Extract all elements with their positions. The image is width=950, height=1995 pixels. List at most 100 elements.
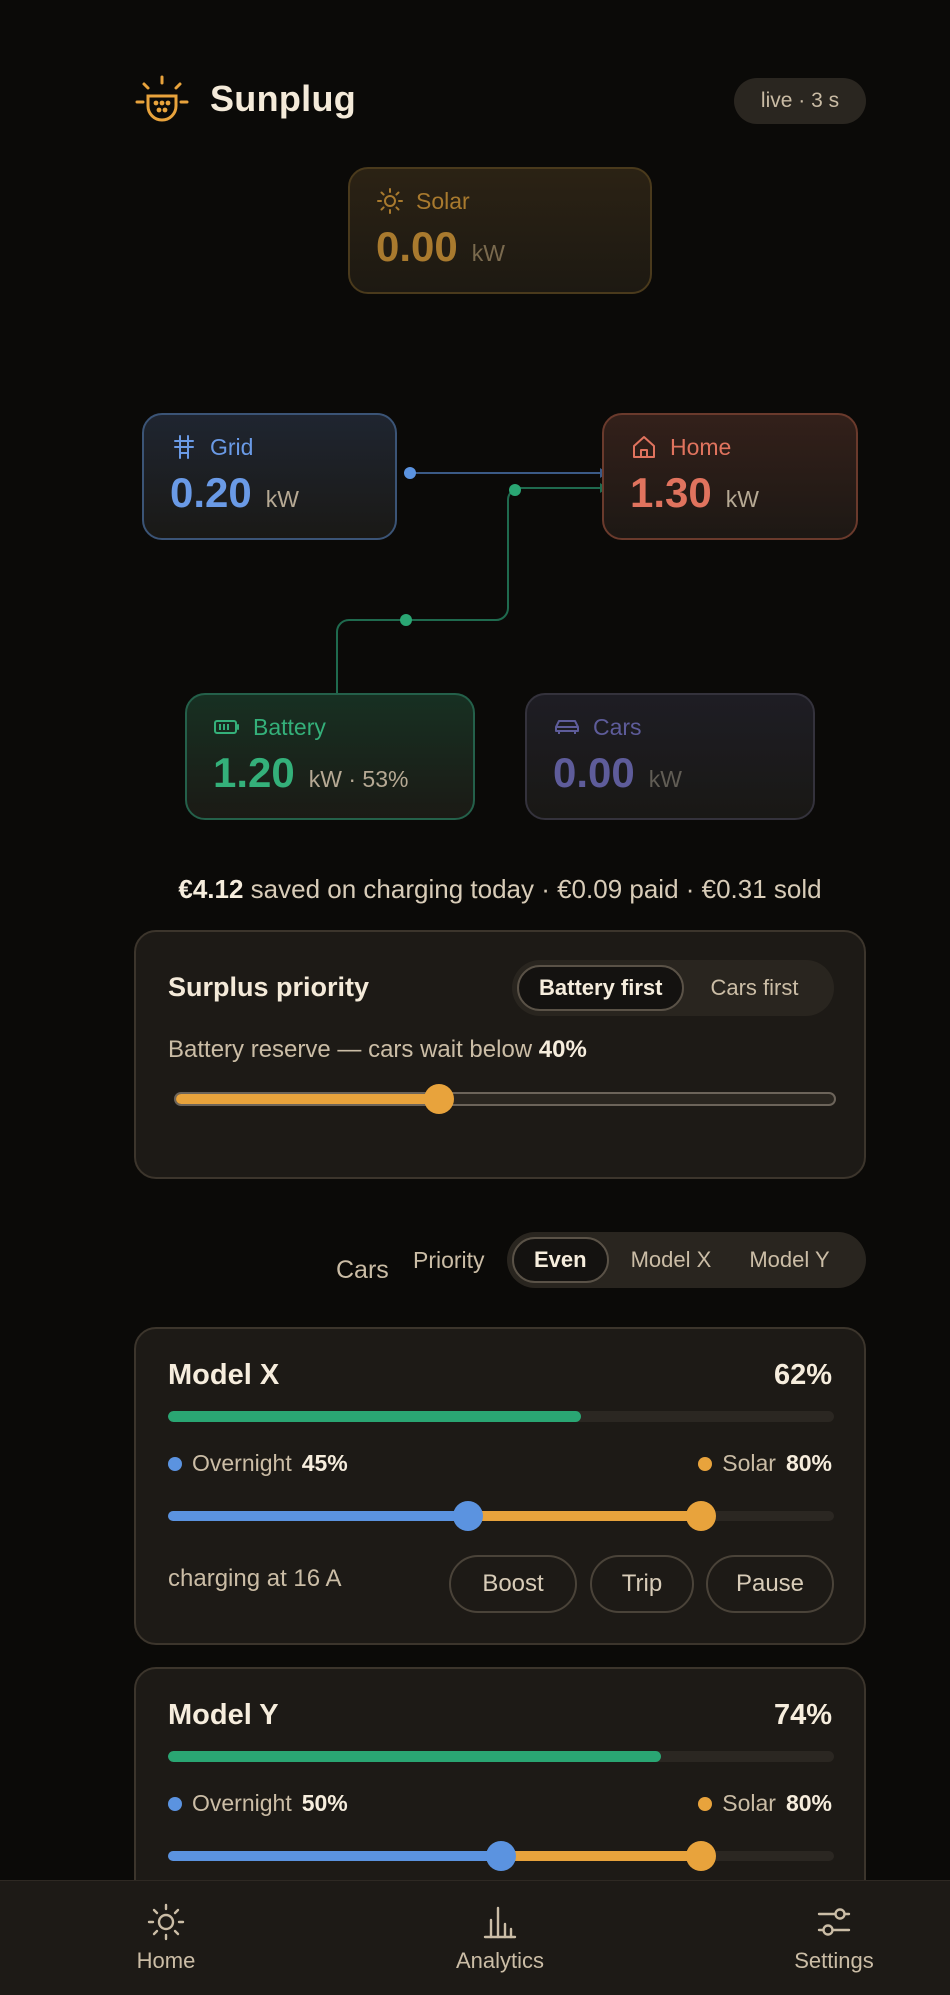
grid-flow-dot xyxy=(404,467,416,479)
home-value: 1.30 xyxy=(630,469,712,516)
bar-chart-icon xyxy=(483,1906,517,1939)
grid-pylon-icon xyxy=(174,435,194,459)
grid-unit: kW xyxy=(265,486,299,512)
solar-limit-value: 80% xyxy=(785,1450,832,1476)
solar-dot-icon xyxy=(698,1456,713,1471)
cars-first-option[interactable]: Cars first xyxy=(690,965,818,1011)
charge-limits-slider[interactable] xyxy=(168,1841,834,1871)
battery-card[interactable]: Battery 1.20 kW · 53% xyxy=(185,693,475,820)
solar-dot-icon xyxy=(698,1796,713,1811)
battery-reserve-label: Battery reserve — cars wait below 40% xyxy=(168,1036,587,1064)
bottom-navigation: Home Analytics Settings xyxy=(0,1880,950,1995)
overnight-limit: Overnight 45% xyxy=(168,1450,348,1477)
savings-details: saved on charging today · €0.09 paid · €… xyxy=(243,874,822,904)
pause-button[interactable]: Pause xyxy=(706,1555,834,1613)
charge-bar-fill xyxy=(168,1751,661,1762)
overnight-label: Overnight xyxy=(192,1450,292,1476)
car-name: Model X xyxy=(168,1359,280,1391)
solar-limit-handle[interactable] xyxy=(685,1841,716,1871)
car-charge-level: 62% xyxy=(773,1359,832,1391)
charge-bar xyxy=(168,1751,834,1762)
overnight-dot-icon xyxy=(168,1456,182,1471)
priority-label: Priority xyxy=(413,1247,485,1273)
reserve-slider-fill xyxy=(176,1094,440,1104)
overnight-range xyxy=(168,1511,468,1521)
nav-analytics-label: Analytics xyxy=(455,1948,545,1973)
nav-settings[interactable]: Settings xyxy=(772,1881,896,1995)
solar-limit-label: Solar xyxy=(722,1450,776,1476)
charge-bar-fill xyxy=(168,1411,581,1422)
solar-limit-label: Solar xyxy=(722,1790,776,1816)
car-priority-toggle: Even Model X Model Y xyxy=(507,1232,866,1288)
battery-icon xyxy=(214,720,239,734)
charge-limits-slider[interactable] xyxy=(168,1501,834,1531)
nav-settings-label: Settings xyxy=(794,1948,874,1973)
solar-value: 0.00 xyxy=(376,223,458,270)
surplus-priority-panel: Surplus priority Battery first Cars firs… xyxy=(134,930,866,1179)
boost-button[interactable]: Boost xyxy=(449,1555,577,1613)
solar-range xyxy=(467,1511,701,1521)
nav-home[interactable]: Home xyxy=(106,1881,226,1995)
surplus-priority-toggle: Battery first Cars first xyxy=(512,960,834,1016)
battery-unit: kW · 53% xyxy=(308,766,409,792)
solar-limit: Solar 80% xyxy=(698,1790,832,1817)
savings-amount: €4.12 xyxy=(178,874,244,904)
battery-reserve-slider[interactable] xyxy=(174,1092,836,1106)
house-icon xyxy=(633,436,655,458)
charging-status: charging at 16 A xyxy=(168,1565,342,1592)
sun-icon xyxy=(147,1903,185,1941)
cars-value: 0.00 xyxy=(553,749,635,796)
solar-limit-value: 80% xyxy=(785,1790,832,1816)
grid-label: Grid xyxy=(210,433,254,460)
solar-unit: kW xyxy=(471,240,505,266)
overnight-limit-handle[interactable] xyxy=(486,1841,516,1871)
car-charge-level: 74% xyxy=(773,1699,832,1731)
battery-flow-dot-a xyxy=(400,614,412,626)
overnight-value: 45% xyxy=(301,1450,348,1476)
car-card-model-x: Model X 62% Overnight 45% Solar 80% char… xyxy=(134,1327,866,1645)
car-icon xyxy=(555,720,579,734)
trip-button[interactable]: Trip xyxy=(590,1555,694,1613)
nav-analytics[interactable]: Analytics xyxy=(430,1881,570,1995)
overnight-limit-handle[interactable] xyxy=(452,1501,483,1531)
solar-card[interactable]: Solar 0.00 kW xyxy=(348,167,652,294)
priority-model-y-option[interactable]: Model Y xyxy=(733,1237,845,1283)
sunplug-logo-icon xyxy=(134,74,190,130)
overnight-dot-icon xyxy=(168,1796,182,1811)
priority-model-x-option[interactable]: Model X xyxy=(615,1237,728,1283)
nav-home-label: Home xyxy=(136,1948,196,1973)
reserve-value: 40% xyxy=(538,1036,587,1063)
sliders-icon xyxy=(817,1908,851,1936)
overnight-label: Overnight xyxy=(192,1790,292,1816)
priority-even-option[interactable]: Even xyxy=(512,1237,609,1283)
battery-label: Battery xyxy=(253,713,326,740)
cars-section-title: Cars xyxy=(336,1256,389,1284)
sun-icon xyxy=(377,188,403,214)
battery-flow-dot-b xyxy=(509,484,521,496)
overnight-value: 50% xyxy=(301,1790,348,1816)
charge-bar xyxy=(168,1411,834,1422)
car-name: Model Y xyxy=(168,1699,279,1731)
surplus-title: Surplus priority xyxy=(168,972,370,1002)
cars-card[interactable]: Cars 0.00 kW xyxy=(525,693,815,820)
grid-card[interactable]: Grid 0.20 kW xyxy=(142,413,397,540)
solar-range xyxy=(501,1851,701,1861)
cars-label: Cars xyxy=(593,713,642,740)
home-card[interactable]: Home 1.30 kW xyxy=(602,413,858,540)
solar-limit: Solar 80% xyxy=(698,1450,832,1477)
savings-summary: €4.12 saved on charging today · €0.09 pa… xyxy=(0,874,950,905)
overnight-limit: Overnight 50% xyxy=(168,1790,348,1817)
overnight-range xyxy=(168,1851,501,1861)
cars-unit: kW xyxy=(648,766,682,792)
home-unit: kW xyxy=(725,486,759,512)
grid-value: 0.20 xyxy=(170,469,252,516)
reserve-slider-handle[interactable] xyxy=(423,1084,454,1114)
solar-label: Solar xyxy=(416,187,470,214)
reserve-text: Battery reserve — cars wait below xyxy=(168,1036,539,1063)
battery-value: 1.20 xyxy=(213,749,295,796)
battery-first-option[interactable]: Battery first xyxy=(517,965,685,1011)
solar-limit-handle[interactable] xyxy=(685,1501,716,1531)
live-status-badge: live · 3 s xyxy=(734,78,866,124)
home-label: Home xyxy=(670,433,732,460)
app-name: Sunplug xyxy=(210,78,357,119)
